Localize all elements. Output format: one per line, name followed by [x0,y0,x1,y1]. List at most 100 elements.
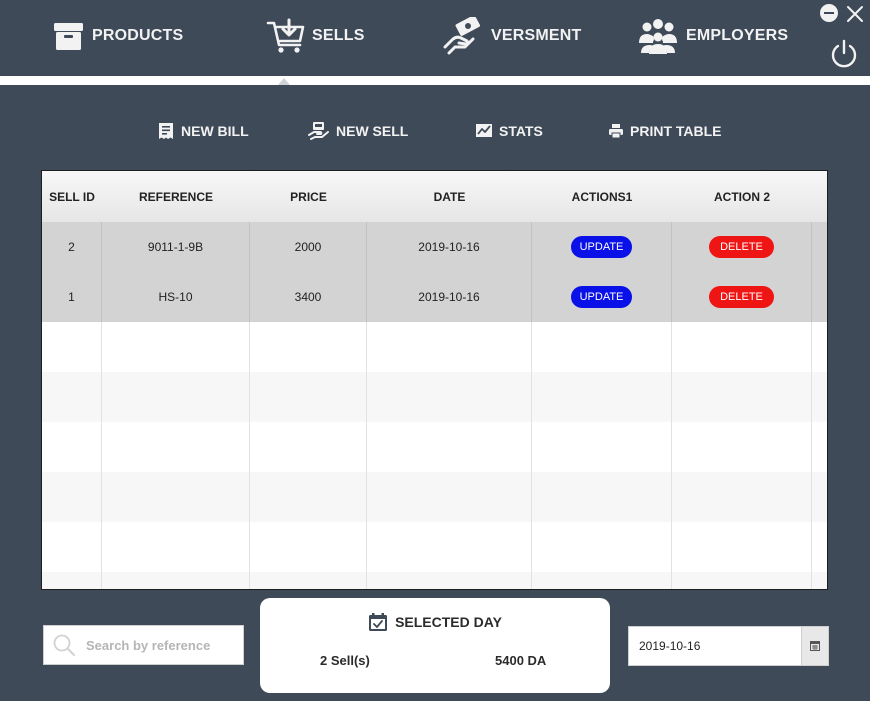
close-icon[interactable] [845,4,865,24]
empty-cell [250,572,367,589]
update-button[interactable]: UPDATE [570,286,633,308]
active-tab-indicator [278,78,290,85]
cart-icon [266,17,306,55]
receipt-icon [157,122,175,140]
nav-products-label: PRODUCTS [92,27,184,44]
print-table-label: PRINT TABLE [630,123,722,139]
new-bill-button[interactable]: NEW BILL [157,119,249,143]
empty-cell [42,422,102,472]
search-icon [52,633,76,657]
table-row[interactable]: 1 HS-10 3400 2019-10-16 UPDATE DELETE [42,272,827,322]
calendar-check-icon [368,612,388,632]
column-header-sell-id[interactable]: SELL ID [42,171,102,222]
new-sell-button[interactable]: NEW SELL [308,119,408,143]
nav-versment[interactable]: VERSMENT [443,14,582,58]
money-hand-icon [443,17,483,55]
selected-day-summary: SELECTED DAY 2 Sell(s) 5400 DA [260,598,610,693]
nav-sells[interactable]: SELLS [266,14,365,58]
empty-cell [102,522,250,572]
empty-cell [532,372,672,422]
empty-table-row [42,572,827,589]
nav-employers[interactable]: EMPLOYERS [638,14,788,58]
print-table-button[interactable]: PRINT TABLE [608,119,722,143]
empty-cell [42,572,102,589]
new-bill-label: NEW BILL [181,123,249,139]
empty-cell [250,522,367,572]
search-input[interactable] [84,636,238,654]
calendar-icon[interactable] [801,627,828,665]
empty-cell [102,322,250,372]
cell-sell-id: 1 [42,272,102,322]
date-input[interactable] [637,638,801,654]
nav-products[interactable]: PRODUCTS [53,14,183,58]
column-header-actions1[interactable]: ACTIONS1 [532,171,672,222]
printer-icon [608,123,624,139]
empty-cell [250,372,367,422]
people-icon [638,17,678,55]
empty-cell [672,572,812,589]
empty-cell [532,322,672,372]
register-icon [308,121,330,141]
selected-day-title: SELECTED DAY [395,614,502,630]
minimize-icon[interactable] [820,4,838,22]
empty-cell [532,572,672,589]
nav-versment-label: VERSMENT [491,27,582,44]
empty-cell [102,372,250,422]
empty-cell [672,322,812,372]
empty-cell [102,472,250,522]
nav-employers-label: EMPLOYERS [686,27,789,44]
empty-cell [532,472,672,522]
empty-cell [367,372,532,422]
empty-table-row [42,372,827,422]
empty-cell [42,372,102,422]
stats-label: STATS [499,123,543,139]
new-sell-label: NEW SELL [336,123,409,139]
table-header: SELL ID REFERENCE PRICE DATE ACTIONS1 AC… [42,171,827,222]
cell-actions1: UPDATE [532,222,672,272]
sell-total: 5400 DA [495,653,547,668]
column-header-price[interactable]: PRICE [250,171,367,222]
chart-icon [475,123,493,139]
empty-cell [102,422,250,472]
search-box[interactable] [43,625,244,665]
date-picker[interactable] [628,626,829,666]
power-icon[interactable] [829,38,859,68]
sell-count: 2 Sell(s) [320,653,370,668]
column-header-date[interactable]: DATE [367,171,532,222]
empty-cell [250,472,367,522]
empty-cell [42,522,102,572]
empty-cell [367,522,532,572]
empty-cell [250,422,367,472]
table-row[interactable]: 2 9011-1-9B 2000 2019-10-16 UPDATE DELET… [42,222,827,272]
nav-divider [0,76,870,85]
column-header-action2[interactable]: ACTION 2 [672,171,812,222]
empty-cell [42,322,102,372]
empty-cell [532,522,672,572]
empty-table-row [42,422,827,472]
stats-button[interactable]: STATS [475,119,543,143]
empty-cell [672,422,812,472]
cell-sell-id: 2 [42,222,102,272]
cell-date: 2019-10-16 [367,222,532,272]
top-nav-bar: PRODUCTS SELLS VERSMENT EMPLOYERS [0,0,870,76]
empty-cell [42,472,102,522]
cell-action2: DELETE [672,222,812,272]
empty-cell [367,322,532,372]
cell-reference: 9011-1-9B [102,222,250,272]
selected-day-heading: SELECTED DAY [260,612,610,632]
empty-cell [367,422,532,472]
delete-button[interactable]: DELETE [709,236,774,258]
empty-cell [367,572,532,589]
empty-cell [102,572,250,589]
empty-cell [367,472,532,522]
empty-cell [250,322,367,372]
delete-button[interactable]: DELETE [709,286,774,308]
nav-sells-label: SELLS [312,27,365,44]
cell-price: 2000 [250,222,367,272]
update-button[interactable]: UPDATE [570,236,633,258]
column-header-reference[interactable]: REFERENCE [102,171,250,222]
cell-actions1: UPDATE [532,272,672,322]
empty-table-row [42,522,827,572]
cell-reference: HS-10 [102,272,250,322]
empty-cell [672,522,812,572]
